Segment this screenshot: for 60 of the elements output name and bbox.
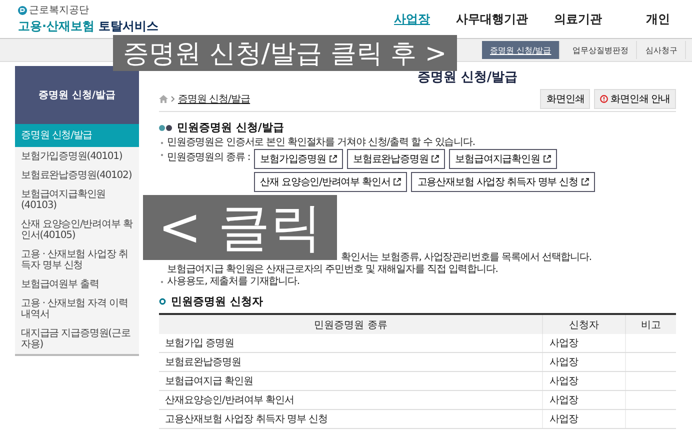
sidebar-title: 증명원 신청/발급	[15, 66, 139, 124]
sub-tab[interactable]: 업무상질병판정	[564, 41, 638, 59]
breadcrumb-link[interactable]: 증명원 신청/발급	[178, 92, 250, 106]
table-cell: 산재요양승인/반려여부 확인서	[159, 390, 543, 410]
double-dot-icon	[159, 124, 172, 130]
sidebar-item[interactable]: 고용 · 산재보험 사업장 취득자 명부 신청	[15, 245, 139, 275]
certificate-link-button[interactable]: 산재 요양승인/반려여부 확인서	[254, 172, 408, 192]
sidebar-item[interactable]: 보험료완납증명원(40102)	[15, 166, 139, 185]
annotation-label: < 클릭	[143, 195, 337, 260]
ring-bullet-icon	[159, 298, 166, 305]
sub-tab[interactable]: 심사청구	[637, 41, 686, 59]
external-link-icon	[581, 178, 589, 186]
sidebar-item[interactable]: 보험가입증명원(40101)	[15, 147, 139, 166]
table-cell: 사업장	[542, 352, 626, 372]
table-cell: 사업장	[542, 334, 626, 352]
nav-tab[interactable]: 개인	[642, 8, 674, 30]
page-title: 증명원 신청/발급	[416, 69, 519, 86]
types-label: 민원증명원의 종류 :	[167, 152, 250, 163]
certificate-link-button[interactable]: 보험가입증명원	[254, 149, 343, 169]
certificate-link-button[interactable]: 보험급여지급확인원	[449, 149, 557, 169]
home-icon[interactable]	[159, 95, 168, 103]
column-header: 신청자	[542, 314, 626, 334]
external-link-icon	[328, 155, 337, 163]
external-link-icon	[431, 155, 440, 163]
table-cell: 보험료완납증명원	[159, 352, 543, 372]
sidebar-item[interactable]: 보험급여원부 출력	[15, 275, 139, 294]
sub-tab[interactable]: 증명원 신청/발급	[482, 41, 560, 59]
step-text: 확인서는 보험종류, 사업장관리번호를 목록에서 선택합니다.	[341, 252, 592, 263]
info-icon	[600, 95, 608, 103]
nav-tab[interactable]: 사무대행기관	[452, 8, 532, 30]
sidebar-item[interactable]: 보험급여지급확인원(40103)	[15, 185, 139, 215]
certificate-link-button[interactable]: 고용산재보험 사업장 취득자 명부 신청	[411, 172, 595, 192]
external-link-icon	[542, 155, 551, 163]
print-button[interactable]: 화면인쇄	[540, 89, 590, 109]
table-cell: 사업장	[542, 372, 626, 390]
agency-name: 근로복지공단	[29, 4, 89, 17]
sidebar-item[interactable]: 산재 요양승인/반려여부 확인서(40105)	[15, 215, 139, 245]
site-logo[interactable]: 고용·산재보험 토탈서비스	[18, 18, 159, 35]
agency-logo-icon	[18, 6, 27, 14]
table-cell: 사업장	[542, 390, 626, 410]
step-text: 보험급여지급 확인원은 산재근로자의 주민번호 및 재해일자를 직접 입력합니다.	[167, 264, 498, 275]
table-cell: 사업장	[542, 410, 626, 428]
chevron-icon	[171, 96, 175, 102]
column-header: 민원증명원 종류	[159, 314, 543, 334]
step-text: 사용용도, 제출처를 기재합니다.	[167, 276, 300, 287]
nav-tab[interactable]: 사업장	[390, 8, 434, 30]
sidebar-item[interactable]: 대지급금 지급증명원(근로자용)	[15, 324, 139, 354]
table-cell: 고용산재보험 사업장 취득자 명부 신청	[159, 410, 543, 428]
notice-text: 민원증명원은 인증서로 본인 확인절차를 거쳐야 신청/출력 할 수 있습니다.	[159, 137, 676, 149]
nav-tab[interactable]: 의료기관	[550, 8, 606, 30]
table-cell: 보험가입 증명원	[159, 334, 543, 352]
print-button[interactable]: 화면인쇄 안내	[594, 89, 676, 109]
annotation-label: 증명원 신청/발급 클릭 후 >	[113, 35, 457, 71]
external-link-icon	[393, 178, 402, 186]
section-title: 민원증명원 신청/발급	[177, 120, 284, 135]
sidebar-item[interactable]: 고용 · 산재보험 자격 이력 내역서	[15, 294, 139, 324]
column-header: 비고	[625, 314, 676, 334]
table-cell: 보험급여지급 확인원	[159, 372, 543, 390]
certificate-link-button[interactable]: 보험료완납증명원	[346, 149, 446, 169]
section-title: 민원증명원 신청자	[171, 294, 263, 309]
